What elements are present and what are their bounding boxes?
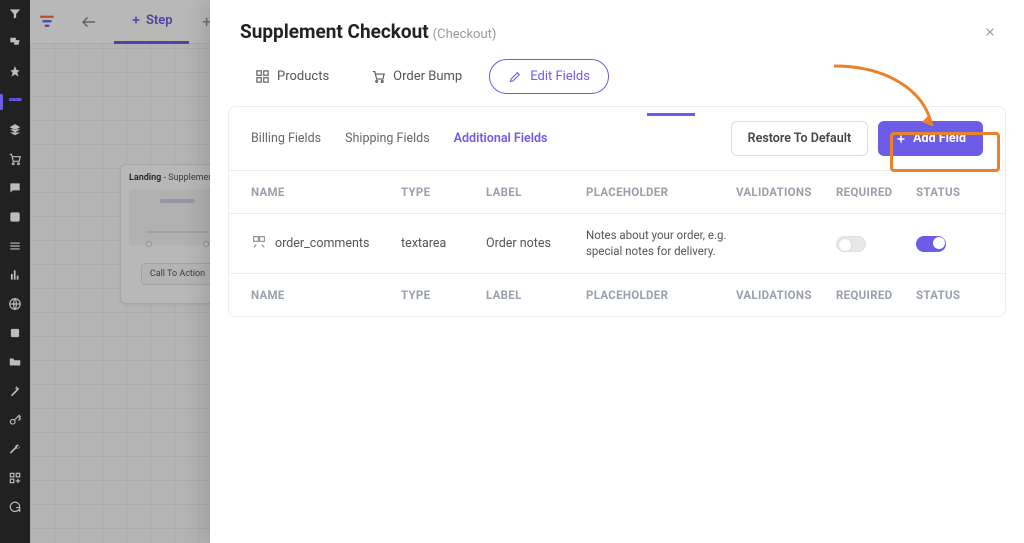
fields-table-footer: NAME TYPE LABEL PLACEHOLDER VALIDATIONS … <box>229 274 1005 316</box>
list-icon[interactable] <box>7 238 23 254</box>
add-field-button[interactable]: Add Field <box>878 121 983 156</box>
field-name: order_comments <box>275 236 369 251</box>
modal-tabs: Products Order Bump Edit Fields <box>210 59 1024 106</box>
close-icon[interactable] <box>980 22 1000 42</box>
tab-order-bump[interactable]: Order Bump <box>356 59 477 94</box>
modal-subtitle: (Checkout) <box>433 27 497 42</box>
drag-handle-icon[interactable] <box>251 234 267 254</box>
globe-icon[interactable] <box>7 296 23 312</box>
field-type: textarea <box>401 236 486 251</box>
pin-icon[interactable] <box>7 64 23 80</box>
app-left-rail <box>0 0 30 543</box>
table-row: order_comments textarea Order notes Note… <box>229 214 1005 274</box>
fields-panel: Billing Fields Shipping Fields Additiona… <box>228 106 1006 317</box>
subtab-additional[interactable]: Additional Fields <box>454 131 548 146</box>
tab-products[interactable]: Products <box>240 59 344 94</box>
wand-icon[interactable] <box>7 383 23 399</box>
field-placeholder: Notes about your order, e.g. special not… <box>586 228 736 259</box>
edit-fields-modal: Supplement Checkout (Checkout) Products … <box>210 0 1024 543</box>
funnel-icon[interactable] <box>7 6 23 22</box>
chat-icon[interactable] <box>7 180 23 196</box>
grid-add-icon[interactable] <box>7 470 23 486</box>
status-toggle[interactable] <box>916 236 946 252</box>
modal-backdrop <box>30 0 210 543</box>
layers-icon[interactable] <box>7 122 23 138</box>
folder-icon[interactable] <box>7 354 23 370</box>
cart-icon[interactable] <box>7 151 23 167</box>
restore-default-button[interactable]: Restore To Default <box>731 121 868 156</box>
fields-table-header: NAME TYPE LABEL PLACEHOLDER VALIDATIONS … <box>229 171 1005 214</box>
subtab-billing[interactable]: Billing Fields <box>251 131 321 146</box>
key-icon[interactable] <box>7 412 23 428</box>
chart-icon[interactable] <box>7 267 23 283</box>
subtab-shipping[interactable]: Shipping Fields <box>345 131 430 146</box>
steps-icon[interactable] <box>7 93 23 109</box>
wrench-icon[interactable] <box>7 441 23 457</box>
modal-title: Supplement Checkout <box>240 20 429 43</box>
edit-block-icon[interactable] <box>7 325 23 341</box>
required-toggle[interactable] <box>836 236 866 252</box>
refresh-icon[interactable] <box>7 499 23 515</box>
tab-edit-fields[interactable]: Edit Fields <box>489 59 609 94</box>
field-label: Order notes <box>486 236 586 251</box>
badge-icon[interactable] <box>7 209 23 225</box>
flag-icon[interactable] <box>7 35 23 51</box>
